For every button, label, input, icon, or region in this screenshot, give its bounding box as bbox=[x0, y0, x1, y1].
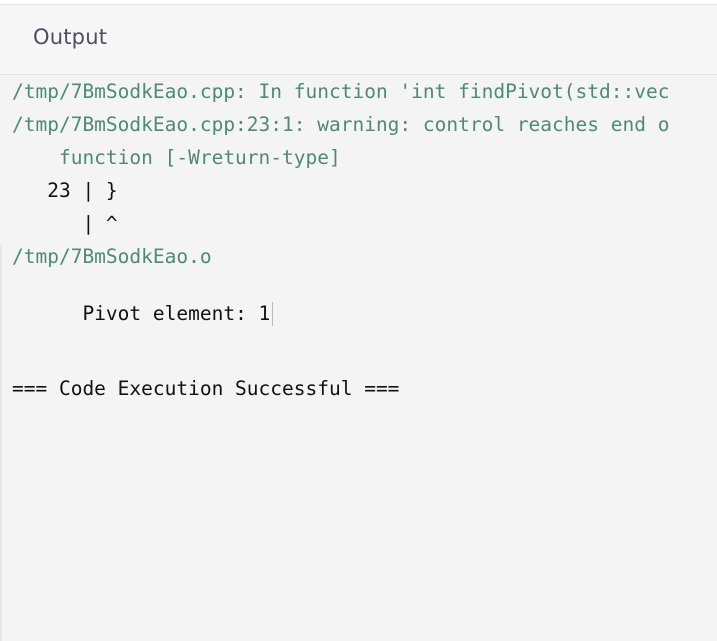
compiler-diagnostic-line: /tmp/7BmSodkEao.cpp: In function 'int fi… bbox=[12, 80, 670, 103]
output-panel: Output /tmp/7BmSodkEao.cpp: In function … bbox=[0, 0, 717, 641]
console-left-rule bbox=[0, 245, 2, 641]
output-title: Output bbox=[33, 25, 108, 49]
compiler-warning-continuation-line: function [-Wreturn-type] bbox=[12, 146, 341, 169]
execution-status-line: === Code Execution Successful === bbox=[12, 377, 400, 400]
object-file-line: /tmp/7BmSodkEao.o bbox=[12, 245, 212, 268]
text-cursor bbox=[272, 302, 274, 326]
program-output-line: Pivot element: 1 bbox=[12, 278, 274, 350]
console-output[interactable]: /tmp/7BmSodkEao.cpp: In function 'int fi… bbox=[0, 75, 717, 641]
source-line-snippet: 23 | } bbox=[12, 179, 118, 202]
source-caret-line: | ^ bbox=[12, 212, 118, 235]
output-header: Output bbox=[0, 5, 717, 75]
compiler-warning-line: /tmp/7BmSodkEao.cpp:23:1: warning: contr… bbox=[12, 113, 670, 136]
program-output-text: Pivot element: 1 bbox=[82, 302, 271, 325]
